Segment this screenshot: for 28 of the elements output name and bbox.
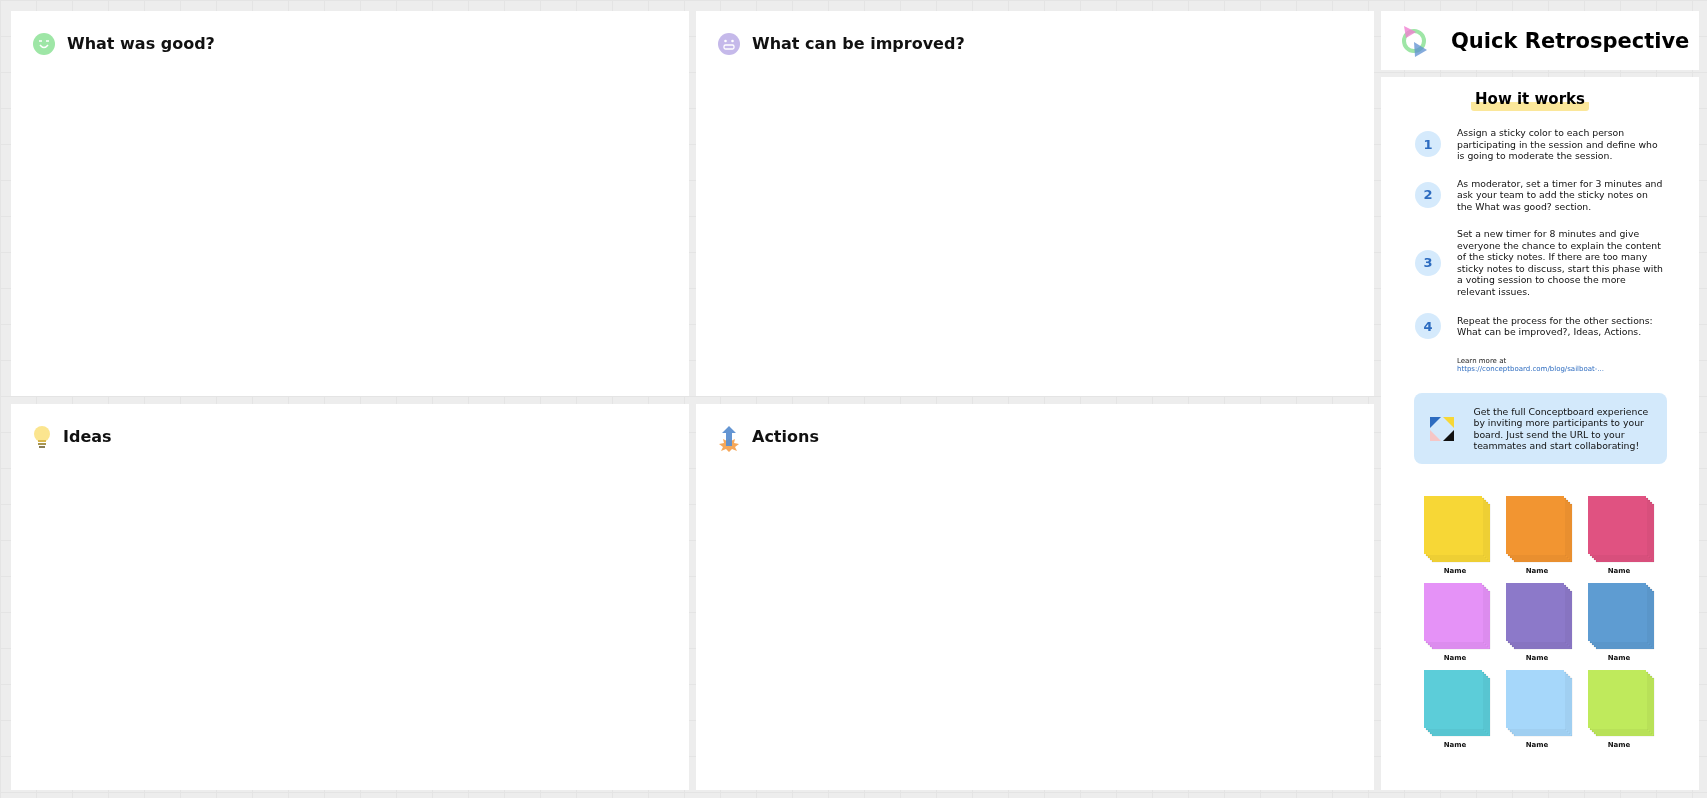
- section-title: Actions: [752, 426, 819, 448]
- section-title: What was good?: [67, 33, 215, 55]
- banner-text: Get the full Conceptboard experience by inviting more participants to your board. Just send the URL to your teammates and start collaborating!: [1473, 405, 1650, 452]
- arrow-burst-icon: [718, 426, 740, 452]
- step-text: As moderator, set a timer for 3 minutes and ask your team to add the sticky notes on the What was good? section.: [1457, 177, 1664, 212]
- lightbulb-icon: [33, 426, 51, 450]
- section-title: What can be improved?: [752, 33, 965, 55]
- board-title: Quick Retrospective: [1451, 28, 1690, 53]
- step-number: 3: [1415, 249, 1441, 276]
- step-number: 1: [1415, 131, 1441, 158]
- sticky-note-stack[interactable]: [1424, 670, 1492, 738]
- sticky-note-stack[interactable]: [1588, 583, 1656, 651]
- smiley-icon: [33, 33, 55, 55]
- step-text: Assign a sticky color to each person participating in the session and define who is going to moderate the session.: [1457, 127, 1659, 162]
- step-number: 4: [1415, 313, 1441, 339]
- grimace-face-icon: [718, 33, 740, 55]
- how-it-works-heading: How it works: [1471, 89, 1589, 111]
- step-text: Repeat the process for the other sections: What can be improved?, Ideas, Actions.: [1457, 314, 1654, 338]
- sticky-note-stack[interactable]: [1506, 496, 1574, 564]
- sticky-note-stack[interactable]: [1506, 583, 1574, 651]
- step-number: 2: [1415, 181, 1441, 208]
- sticky-note-stack[interactable]: [1506, 670, 1574, 738]
- sticky-note-stack[interactable]: [1424, 583, 1492, 651]
- sticky-note-stack[interactable]: [1588, 496, 1656, 564]
- brand-logo-icon: [1429, 416, 1454, 441]
- step-text: Set a new timer for 8 minutes and give everyone the chance to explain the content of the sticky notes. If there are too many sticky notes to discuss, start this phase with a voting session to choose the more relevant issues.: [1457, 228, 1664, 297]
- logo-icon: [1401, 23, 1429, 58]
- section-title: Ideas: [63, 426, 112, 448]
